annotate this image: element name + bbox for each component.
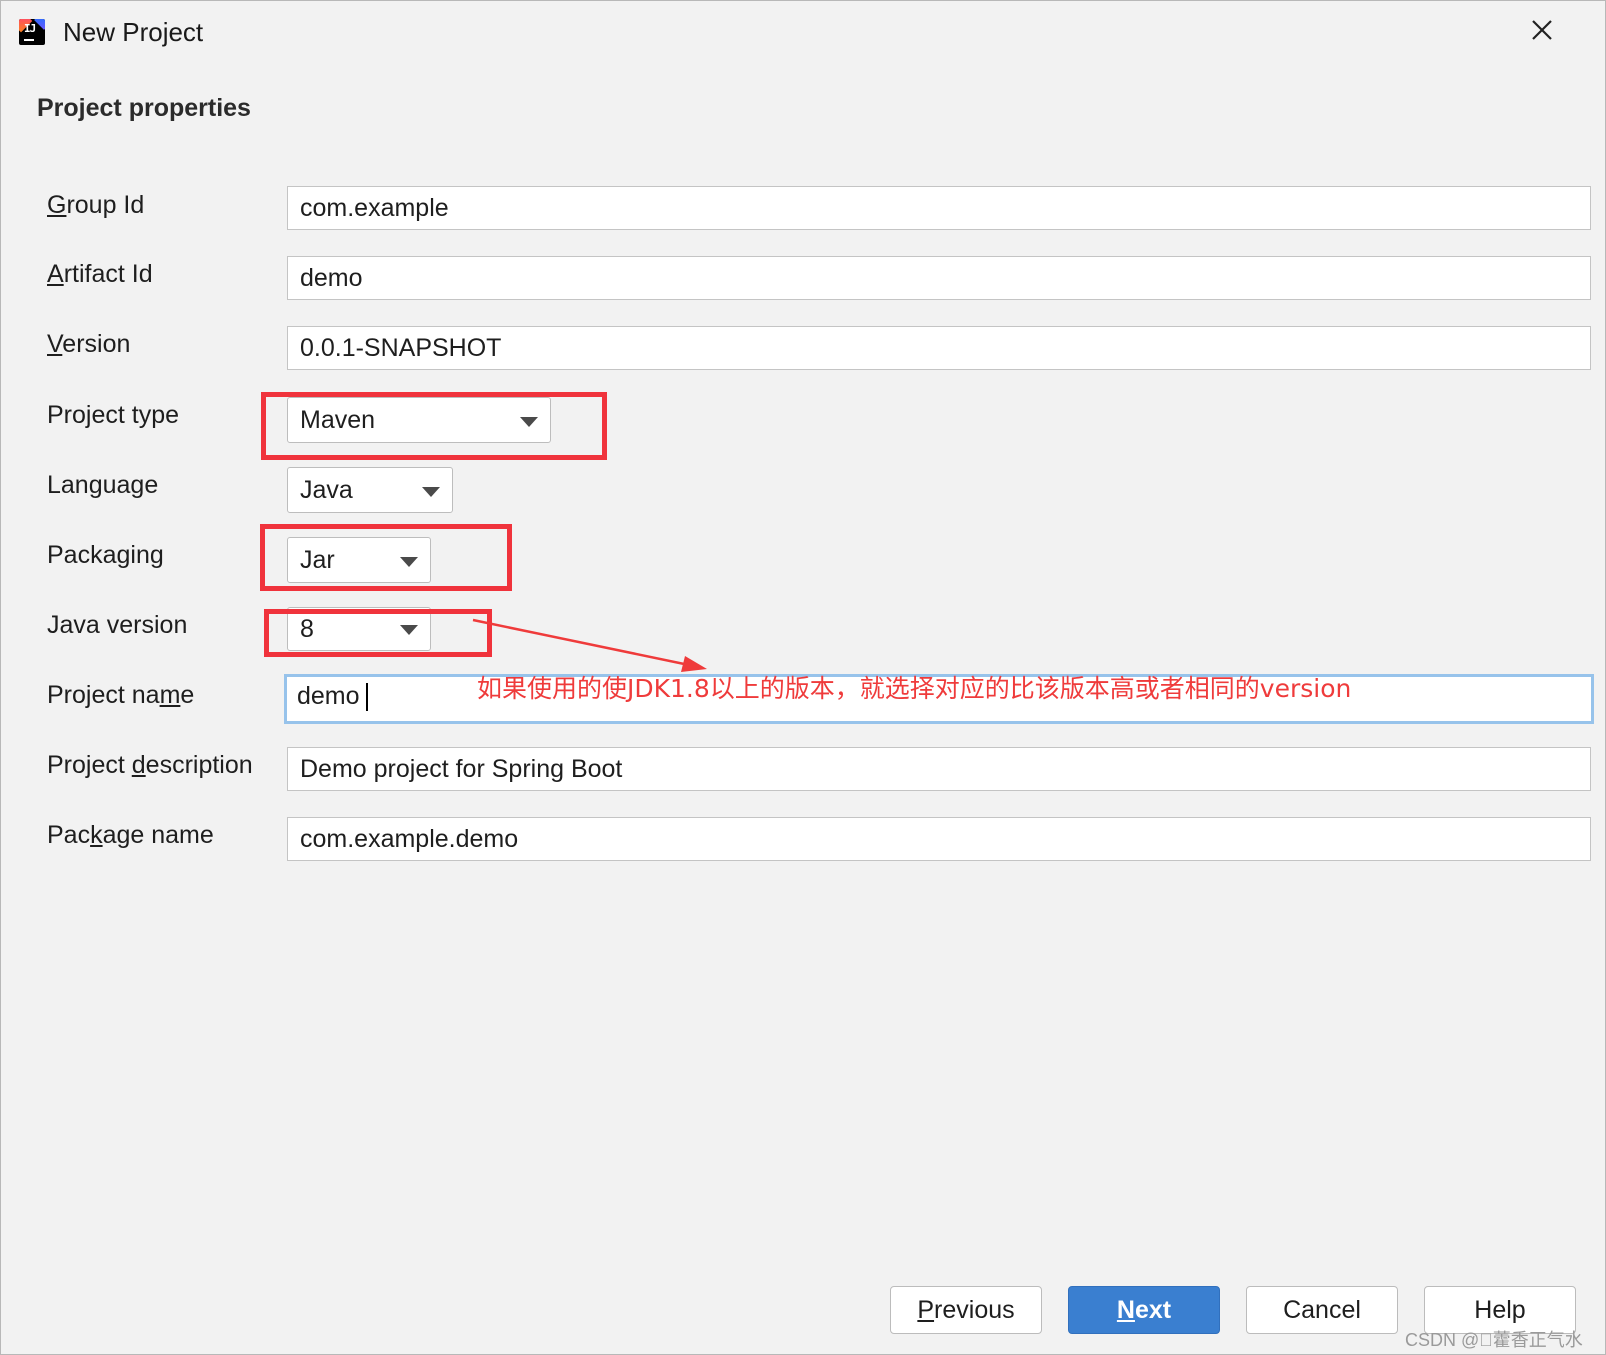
- label-text: rtifact Id: [63, 260, 153, 288]
- close-icon[interactable]: [1531, 13, 1567, 49]
- artifact-id-input[interactable]: demo: [287, 256, 1591, 300]
- next-button[interactable]: Next: [1068, 1286, 1220, 1334]
- mnemonic: d: [131, 751, 146, 779]
- packaging-label: Packaging: [47, 541, 164, 569]
- section-title: Project properties: [37, 94, 251, 122]
- artifact-id-label: Artifact Id: [47, 260, 153, 289]
- language-value: Java: [300, 476, 353, 504]
- button-label: revious: [934, 1296, 1015, 1324]
- label-text: escription: [145, 751, 253, 779]
- language-dropdown[interactable]: Java: [287, 467, 453, 513]
- button-label: ext: [1134, 1296, 1172, 1324]
- chevron-down-icon: [422, 487, 440, 497]
- package-name-label: Package name: [47, 821, 214, 850]
- title-bar: IJ New Project: [1, 1, 1605, 63]
- previous-button[interactable]: Previous: [890, 1286, 1042, 1334]
- label-text: age name: [102, 821, 214, 849]
- new-project-dialog: IJ New Project Project properties Group …: [0, 0, 1606, 1355]
- watermark: CSDN @ 藿香正气水: [1405, 1330, 1583, 1350]
- mnemonic: G: [47, 191, 67, 219]
- cancel-button[interactable]: Cancel: [1246, 1286, 1398, 1334]
- project-description-label: Project description: [47, 751, 253, 780]
- version-input[interactable]: 0.0.1-SNAPSHOT: [287, 326, 1591, 370]
- annotation-text: 如果使用的使JDK1.8以上的版本，就选择对应的比该版本高或者相同的versio…: [477, 674, 1352, 703]
- highlight-box-java-version: [264, 609, 492, 657]
- mnemonic: V: [47, 330, 63, 358]
- label-text: ersion: [62, 330, 131, 358]
- mnemonic: N: [1116, 1296, 1135, 1324]
- window-title: New Project: [63, 17, 204, 47]
- label-text: Project na: [47, 681, 160, 709]
- label-text: Project: [47, 751, 132, 779]
- mnemonic: P: [917, 1296, 935, 1324]
- language-label: Language: [47, 471, 159, 499]
- text-caret: [365, 683, 368, 712]
- highlight-box-packaging: [260, 524, 512, 591]
- label-text: e: [180, 681, 195, 709]
- mnemonic: m: [159, 681, 181, 709]
- intellij-app-icon: IJ: [19, 19, 45, 45]
- project-type-label: Project type: [47, 401, 180, 429]
- project-name-value: demo: [297, 682, 360, 710]
- project-description-input[interactable]: Demo project for Spring Boot: [287, 747, 1591, 791]
- group-id-input[interactable]: com.example: [287, 186, 1591, 230]
- label-text: Pac: [47, 821, 91, 849]
- highlight-box-project-type: [261, 392, 607, 460]
- version-label: Version: [47, 330, 130, 359]
- package-name-input[interactable]: com.example.demo: [287, 817, 1591, 861]
- project-name-label: Project name: [47, 681, 194, 710]
- java-version-label: Java version: [47, 611, 188, 639]
- mnemonic: k: [90, 821, 103, 849]
- group-id-label: Group Id: [47, 191, 144, 220]
- mnemonic: A: [47, 260, 64, 288]
- annotation-arrow-icon: [472, 618, 707, 672]
- label-text: roup Id: [66, 191, 145, 219]
